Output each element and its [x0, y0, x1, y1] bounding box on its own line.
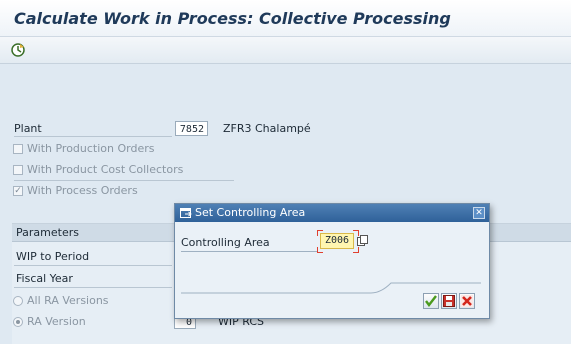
dialog-footer-separator — [181, 282, 481, 294]
focus-corner-bl — [317, 247, 323, 253]
cancel-button[interactable] — [459, 293, 475, 309]
cancel-x-icon — [461, 295, 473, 307]
parameters-header-label: Parameters — [16, 226, 79, 239]
controlling-area-underline — [181, 251, 317, 252]
checkbox-process-orders[interactable]: ✓ — [13, 186, 23, 196]
focus-corner-tl — [317, 230, 323, 236]
all-ra-versions-label: All RA Versions — [27, 294, 109, 307]
set-controlling-area-dialog: Set Controlling Area ✕ Controlling Area … — [174, 203, 490, 319]
process-orders-label: With Process Orders — [27, 184, 138, 197]
options-underline — [14, 180, 234, 181]
dialog-title-bar: Set Controlling Area ✕ — [175, 204, 489, 222]
controlling-area-label: Controlling Area — [181, 236, 270, 249]
confirm-check-icon — [425, 295, 437, 307]
dialog-window-icon — [180, 208, 192, 218]
plant-input[interactable]: 7852 — [175, 121, 208, 136]
wip-to-period-label: WIP to Period — [16, 250, 90, 263]
focus-corner-br — [353, 247, 359, 253]
radio-all-ra-versions[interactable] — [13, 296, 23, 306]
controlling-area-input[interactable]: Z006 — [320, 233, 354, 249]
product-cost-collectors-label: With Product Cost Collectors — [27, 163, 184, 176]
save-button[interactable] — [441, 293, 457, 309]
fiscal-year-label: Fiscal Year — [16, 272, 73, 285]
fiscal-year-underline — [14, 287, 172, 288]
radio-ra-version[interactable] — [13, 317, 23, 327]
confirm-button[interactable] — [423, 293, 439, 309]
ra-version-label: RA Version — [27, 315, 86, 328]
plant-description: ZFR3 Chalampé — [223, 122, 311, 135]
production-orders-label: With Production Orders — [27, 142, 155, 155]
plant-underline — [14, 136, 172, 137]
application-toolbar — [0, 37, 571, 64]
close-icon[interactable]: ✕ — [473, 207, 485, 219]
checkbox-product-cost-collectors[interactable] — [13, 165, 23, 175]
execute-clock-icon[interactable] — [11, 43, 25, 57]
plant-label: Plant — [14, 122, 42, 135]
page-title: Calculate Work in Process: Collective Pr… — [14, 9, 451, 28]
checkbox-production-orders[interactable] — [13, 144, 23, 154]
save-icon — [443, 295, 455, 307]
dialog-title: Set Controlling Area — [195, 206, 306, 219]
value-help-icon[interactable] — [357, 235, 368, 246]
wip-period-underline — [14, 265, 172, 266]
title-bar: Calculate Work in Process: Collective Pr… — [0, 0, 571, 37]
